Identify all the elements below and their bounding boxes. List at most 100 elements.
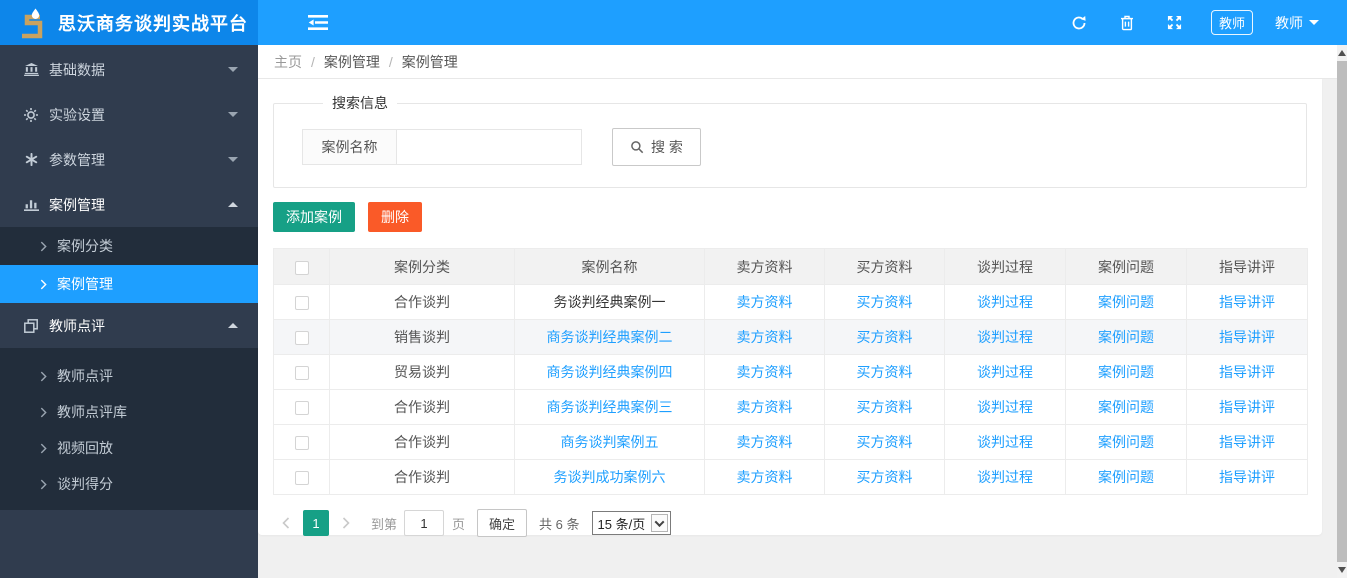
row-checkbox[interactable]: [294, 471, 309, 486]
table-row: 合作谈判 务谈判成功案例六 卖方资料 买方资料 谈判过程 案例问题 指导讲评: [273, 459, 1308, 495]
sidebar-subitem-negotiation-score[interactable]: 谈判得分: [0, 466, 258, 502]
breadcrumb-current: 案例管理: [401, 53, 458, 70]
sidebar-item-experiment-settings[interactable]: 实验设置: [0, 92, 258, 137]
negotiation-process-link[interactable]: 谈判过程: [977, 364, 1033, 380]
fullscreen-icon[interactable]: [1163, 11, 1187, 35]
case-name-link[interactable]: 商务谈判经典案例四: [547, 364, 673, 380]
case-management-submenu: 案例分类 案例管理: [0, 227, 258, 303]
seller-material-link[interactable]: 卖方资料: [737, 399, 793, 415]
buyer-material-link[interactable]: 买方资料: [857, 434, 913, 450]
scroll-up-arrow-icon[interactable]: [1338, 50, 1346, 56]
case-question-link[interactable]: 案例问题: [1098, 364, 1154, 380]
sidebar: 基础数据 实验设置 参数管理 案例管理 案例分类 案例管理 教师点评 教师点评 …: [0, 45, 258, 578]
user-dropdown[interactable]: 教师: [1275, 13, 1319, 33]
goto-page-input[interactable]: [404, 510, 445, 536]
search-button[interactable]: 搜 索: [612, 128, 701, 166]
prev-page-button[interactable]: [273, 510, 299, 536]
app-logo-icon: [14, 6, 48, 40]
role-badge[interactable]: 教师: [1210, 10, 1253, 35]
sidebar-subitem-case-management[interactable]: 案例管理: [0, 265, 258, 303]
seller-material-link[interactable]: 卖方资料: [737, 469, 793, 485]
sidebar-subitem-label: 教师点评库: [57, 404, 127, 420]
guidance-review-link[interactable]: 指导讲评: [1219, 294, 1275, 310]
angle-right-icon: [40, 443, 47, 454]
sidebar-item-teacher-review[interactable]: 教师点评: [0, 303, 258, 348]
buyer-material-link[interactable]: 买方资料: [857, 329, 913, 345]
current-page-button[interactable]: 1: [303, 510, 329, 536]
trash-icon[interactable]: [1115, 11, 1139, 35]
row-checkbox[interactable]: [294, 296, 309, 311]
sidebar-item-case-management[interactable]: 案例管理: [0, 182, 258, 227]
case-question-link[interactable]: 案例问题: [1098, 329, 1154, 345]
row-checkbox[interactable]: [294, 366, 309, 381]
negotiation-process-link[interactable]: 谈判过程: [977, 434, 1033, 450]
case-name-label: 案例名称: [302, 129, 397, 165]
guidance-review-link[interactable]: 指导讲评: [1219, 469, 1275, 485]
sidebar-subitem-video-playback[interactable]: 视频回放: [0, 430, 258, 466]
case-name-input[interactable]: [397, 129, 582, 165]
negotiation-process-link[interactable]: 谈判过程: [977, 294, 1033, 310]
add-case-button[interactable]: 添加案例: [273, 202, 355, 232]
header-case-question: 案例问题: [1065, 248, 1187, 285]
scrollbar-thumb[interactable]: [1337, 61, 1347, 562]
next-page-button[interactable]: [333, 510, 359, 536]
breadcrumb-home[interactable]: 主页: [274, 52, 302, 72]
case-name-link[interactable]: 商务谈判经典案例三: [547, 399, 673, 415]
header-negotiation-process: 谈判过程: [944, 248, 1066, 285]
case-category-cell: 贸易谈判: [329, 354, 515, 390]
goto-suffix-label: 页: [452, 516, 466, 532]
chevron-down-icon: [228, 67, 238, 72]
buyer-material-link[interactable]: 买方资料: [857, 399, 913, 415]
seller-material-link[interactable]: 卖方资料: [737, 329, 793, 345]
negotiation-process-link[interactable]: 谈判过程: [977, 469, 1033, 485]
case-name-link[interactable]: 商务谈判案例五: [561, 434, 659, 450]
header-seller-material: 卖方资料: [704, 248, 825, 285]
goto-prefix-label: 到第: [371, 516, 398, 532]
refresh-icon[interactable]: [1067, 11, 1091, 35]
row-checkbox[interactable]: [294, 331, 309, 346]
case-question-link[interactable]: 案例问题: [1098, 434, 1154, 450]
case-question-link[interactable]: 案例问题: [1098, 469, 1154, 485]
breadcrumb-case-management[interactable]: 案例管理: [324, 52, 380, 72]
sidebar-item-parameter-management[interactable]: 参数管理: [0, 137, 258, 182]
scroll-down-arrow-icon[interactable]: [1338, 567, 1346, 573]
guidance-review-link[interactable]: 指导讲评: [1219, 399, 1275, 415]
sidebar-subitem-teacher-review-library[interactable]: 教师点评库: [0, 394, 258, 430]
goto-confirm-button[interactable]: 确定: [477, 509, 528, 537]
row-checkbox[interactable]: [294, 436, 309, 451]
buyer-material-link[interactable]: 买方资料: [857, 469, 913, 485]
table-row: 销售谈判 商务谈判经典案例二 卖方资料 买方资料 谈判过程 案例问题 指导讲评: [273, 319, 1308, 355]
buyer-material-link[interactable]: 买方资料: [857, 294, 913, 310]
delete-button[interactable]: 删除: [368, 202, 422, 232]
negotiation-process-link[interactable]: 谈判过程: [977, 399, 1033, 415]
guidance-review-link[interactable]: 指导讲评: [1219, 329, 1275, 345]
seller-material-link[interactable]: 卖方资料: [737, 364, 793, 380]
negotiation-process-link[interactable]: 谈判过程: [977, 329, 1033, 345]
collapse-sidebar-icon[interactable]: [306, 11, 330, 35]
page-size-select[interactable]: 15 条/页: [591, 511, 672, 535]
case-question-link[interactable]: 案例问题: [1098, 399, 1154, 415]
case-name-link[interactable]: 商务谈判经典案例二: [547, 329, 673, 345]
guidance-review-link[interactable]: 指导讲评: [1219, 434, 1275, 450]
sidebar-item-basic-data[interactable]: 基础数据: [0, 47, 258, 92]
sidebar-subitem-label: 案例管理: [57, 276, 113, 292]
table-row: 贸易谈判 商务谈判经典案例四 卖方资料 买方资料 谈判过程 案例问题 指导讲评: [273, 354, 1308, 390]
buyer-material-link[interactable]: 买方资料: [857, 364, 913, 380]
logo-area: 思沃商务谈判实战平台: [0, 0, 258, 45]
seller-material-link[interactable]: 卖方资料: [737, 294, 793, 310]
angle-right-icon: [40, 479, 47, 490]
angle-right-icon: [40, 241, 47, 252]
guidance-review-link[interactable]: 指导讲评: [1219, 364, 1275, 380]
seller-material-link[interactable]: 卖方资料: [737, 434, 793, 450]
row-checkbox[interactable]: [294, 401, 309, 416]
sidebar-subitem-case-category[interactable]: 案例分类: [0, 227, 258, 265]
chevron-up-icon: [228, 202, 238, 207]
case-name-link[interactable]: 务谈判成功案例六: [554, 469, 666, 485]
header-case-name: 案例名称: [514, 248, 705, 285]
case-category-cell: 合作谈判: [329, 459, 515, 495]
case-question-link[interactable]: 案例问题: [1098, 294, 1154, 310]
sidebar-subitem-teacher-review[interactable]: 教师点评: [0, 358, 258, 394]
angle-right-icon: [40, 279, 47, 290]
select-all-checkbox[interactable]: [294, 260, 309, 275]
case-name-text: 务谈判经典案例一: [553, 294, 666, 310]
